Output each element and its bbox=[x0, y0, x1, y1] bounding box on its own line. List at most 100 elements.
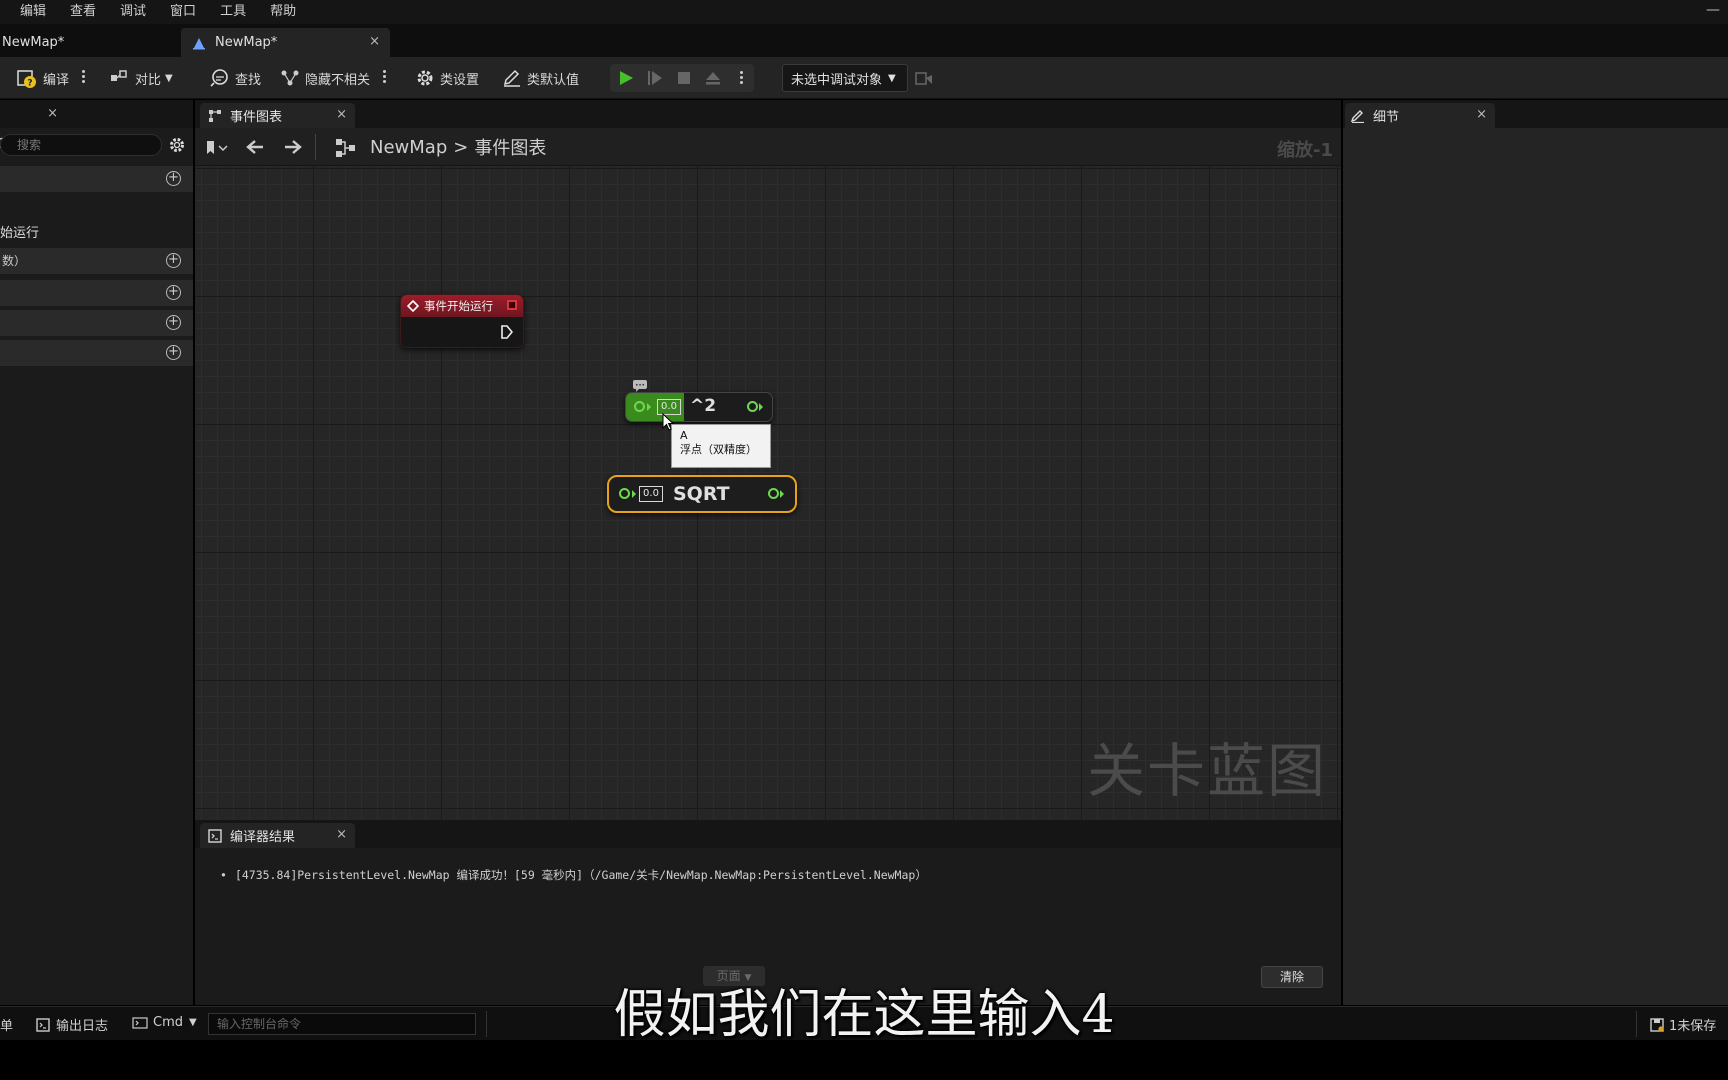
input-value-a[interactable]: 0.0 bbox=[639, 486, 663, 502]
menu-window[interactable]: 窗口 bbox=[158, 0, 208, 24]
menu-view[interactable]: 查看 bbox=[58, 0, 108, 24]
input-pin-a[interactable] bbox=[634, 401, 645, 412]
section-variables[interactable]: + bbox=[0, 310, 193, 336]
hide-unrelated-icon bbox=[281, 70, 299, 86]
find-button[interactable]: 查找 bbox=[210, 65, 261, 91]
class-settings-button[interactable]: 类设置 bbox=[415, 65, 479, 91]
close-icon[interactable]: × bbox=[369, 34, 380, 49]
compiler-results-icon bbox=[208, 828, 222, 843]
class-defaults-label: 类默认值 bbox=[527, 72, 580, 88]
comment-bubble-icon[interactable] bbox=[633, 380, 647, 392]
mouse-cursor-icon bbox=[662, 413, 674, 431]
node-title: SQRT bbox=[673, 483, 730, 505]
play-icon[interactable] bbox=[618, 70, 634, 86]
my-blueprint-panel: × 搜索 + 始运行 数） + + + + bbox=[0, 100, 193, 1005]
chevron-down-icon: ▼ bbox=[165, 72, 173, 84]
menu-tools[interactable]: 工具 bbox=[208, 0, 258, 24]
breadcrumb-root[interactable]: NewMap bbox=[370, 137, 447, 158]
pin-arrow-icon bbox=[632, 490, 636, 498]
class-defaults-button[interactable]: 类默认值 bbox=[502, 65, 579, 91]
graph-tabbar: 事件图表 × bbox=[195, 100, 1341, 128]
output-pin[interactable] bbox=[747, 401, 758, 412]
tooltip-pin-type: 浮点（双精度） bbox=[680, 443, 757, 456]
tab-event-graph[interactable]: 事件图表 × bbox=[200, 103, 355, 128]
document-tab-label: NewMap* bbox=[2, 35, 65, 50]
menu-help[interactable]: 帮助 bbox=[258, 0, 308, 24]
close-icon[interactable]: × bbox=[47, 106, 58, 121]
menu-edit[interactable]: 编辑 bbox=[8, 0, 58, 24]
add-icon[interactable]: + bbox=[166, 171, 181, 186]
details-panel: 细节 × bbox=[1343, 100, 1728, 1005]
step-icon[interactable] bbox=[647, 70, 663, 86]
play-options-icon[interactable] bbox=[740, 71, 744, 86]
add-icon[interactable]: + bbox=[166, 253, 181, 268]
back-arrow-icon[interactable] bbox=[245, 138, 265, 156]
node-event-begin-play[interactable]: 事件开始运行 bbox=[400, 294, 524, 348]
close-icon[interactable]: × bbox=[336, 827, 347, 842]
breadcrumb-separator: > bbox=[453, 136, 469, 158]
forward-arrow-icon[interactable] bbox=[283, 138, 303, 156]
node-header: 事件开始运行 bbox=[401, 295, 523, 317]
hide-unrelated-button[interactable]: 隐藏不相关 bbox=[280, 65, 370, 91]
node-title: 事件开始运行 bbox=[424, 299, 493, 313]
toolbar: ? 编译 对比 ▼ 查找 隐藏不相关 类设置 类默认值 未选中调试对象 ▼ bbox=[0, 57, 1728, 99]
level-blueprint-watermark: 关卡蓝图 bbox=[1086, 737, 1327, 805]
nav-divider bbox=[315, 134, 316, 160]
add-icon[interactable]: + bbox=[166, 285, 181, 300]
stop-icon[interactable] bbox=[676, 70, 692, 86]
tab-details[interactable]: 细节 × bbox=[1345, 103, 1495, 128]
window-minimize-icon[interactable]: — bbox=[1706, 2, 1720, 18]
node-sqrt-selected[interactable]: 0.0 SQRT bbox=[607, 475, 797, 513]
gear-icon[interactable] bbox=[168, 136, 186, 154]
compile-label: 编译 bbox=[43, 72, 70, 88]
document-tab-newmap-active[interactable]: NewMap* × bbox=[181, 28, 390, 57]
pin-arrow-icon bbox=[647, 403, 651, 411]
debug-target-select[interactable]: 未选中调试对象 ▼ bbox=[782, 64, 908, 92]
diff-button[interactable]: 对比 ▼ bbox=[110, 65, 173, 91]
close-icon[interactable]: × bbox=[1476, 107, 1487, 122]
add-icon[interactable]: + bbox=[166, 315, 181, 330]
delegate-pin-icon[interactable] bbox=[507, 300, 517, 310]
video-subtitle: 假如我们在这里输入4 bbox=[613, 985, 1115, 1045]
hide-unrelated-options-icon[interactable] bbox=[383, 70, 387, 85]
close-icon[interactable]: × bbox=[336, 107, 347, 122]
debug-filter-icon[interactable] bbox=[915, 70, 933, 86]
compile-button[interactable]: ? 编译 bbox=[16, 65, 69, 91]
section-label: 数） bbox=[2, 254, 27, 268]
diff-icon bbox=[111, 70, 127, 81]
menu-debug[interactable]: 调试 bbox=[108, 0, 158, 24]
eject-icon[interactable] bbox=[705, 70, 721, 86]
tab-compiler-results[interactable]: 编译器结果 × bbox=[200, 823, 355, 848]
output-pin[interactable] bbox=[768, 488, 779, 499]
tab-label: 编译器结果 bbox=[230, 830, 296, 845]
details-tabbar: 细节 × bbox=[1343, 100, 1728, 128]
exec-pin-icon[interactable] bbox=[501, 325, 513, 339]
event-begin-play-entry[interactable]: 始运行 bbox=[0, 222, 39, 241]
blueprint-icon bbox=[193, 37, 205, 49]
play-controls bbox=[610, 64, 754, 92]
add-icon[interactable]: + bbox=[166, 345, 181, 360]
document-tab-row: NewMap* NewMap* × bbox=[0, 24, 1728, 57]
edit-pencil-icon bbox=[503, 69, 520, 87]
result-message[interactable]: • [4735.84]PersistentLevel.NewMap 编译成功！[5… bbox=[220, 867, 927, 883]
graph-icon bbox=[336, 139, 355, 157]
debug-target-label: 未选中调试对象 bbox=[791, 72, 883, 88]
event-diamond-icon bbox=[407, 300, 419, 312]
document-tab-newmap-left[interactable]: NewMap* bbox=[0, 28, 180, 57]
pin-arrow-icon bbox=[780, 490, 784, 498]
input-pin-a[interactable] bbox=[619, 488, 630, 499]
section-functions[interactable]: 数） + bbox=[0, 248, 193, 274]
tab-label: 事件图表 bbox=[230, 110, 283, 125]
section-event-dispatchers[interactable]: + bbox=[0, 340, 193, 366]
graph-nav-bar: NewMap > 事件图表 缩放-1 bbox=[195, 128, 1341, 166]
menu-bar: 编辑 查看 调试 窗口 工具 帮助 bbox=[0, 0, 1728, 24]
search-input[interactable]: 搜索 bbox=[0, 134, 162, 156]
event-graph-canvas[interactable]: NewMap > 事件图表 缩放-1 事件开始运行 0.0 ^2 A 浮点（双精… bbox=[195, 128, 1341, 820]
section-graphs[interactable]: + bbox=[0, 166, 193, 192]
section-macros[interactable]: + bbox=[0, 280, 193, 306]
breadcrumb-leaf: 事件图表 bbox=[474, 138, 547, 159]
zoom-level: 缩放-1 bbox=[1277, 140, 1333, 161]
bookmark-icon[interactable] bbox=[205, 140, 229, 156]
compile-options-icon[interactable] bbox=[82, 70, 86, 85]
node-square[interactable]: 0.0 ^2 bbox=[625, 392, 773, 422]
